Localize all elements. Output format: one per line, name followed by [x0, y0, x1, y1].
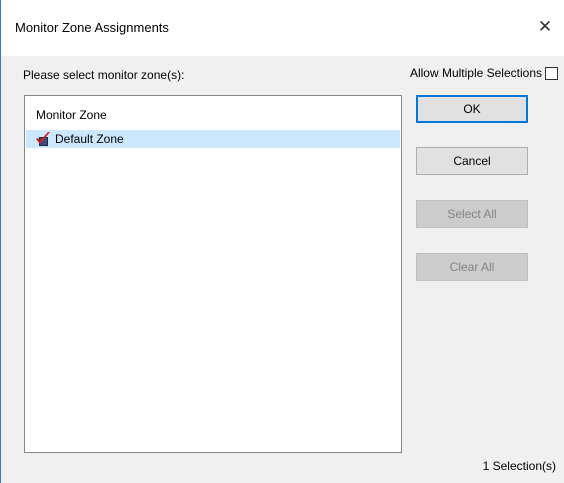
- list-item[interactable]: Default Zone: [26, 130, 400, 148]
- allow-multiple-checkbox[interactable]: [545, 66, 558, 80]
- title-bar: Monitor Zone Assignments ✕: [1, 0, 564, 56]
- cancel-button[interactable]: Cancel: [416, 147, 528, 175]
- list-item-label: Default Zone: [55, 132, 124, 146]
- allow-multiple-option[interactable]: Allow Multiple Selections: [410, 64, 558, 82]
- select-all-button[interactable]: Select All: [416, 200, 528, 228]
- close-button[interactable]: ✕: [532, 14, 558, 40]
- zone-check-icon: [36, 132, 50, 146]
- ok-button[interactable]: OK: [416, 95, 528, 123]
- list-column-header: Monitor Zone: [36, 108, 107, 122]
- dialog-window: Monitor Zone Assignments ✕ Please select…: [0, 0, 564, 483]
- monitor-zone-list[interactable]: Monitor Zone Default Zone: [24, 95, 402, 453]
- allow-multiple-label: Allow Multiple Selections: [409, 66, 542, 80]
- select-prompt-label: Please select monitor zone(s):: [23, 68, 185, 82]
- selection-count-status: 1 Selection(s): [482, 459, 556, 473]
- clear-all-button[interactable]: Clear All: [416, 253, 528, 281]
- dialog-title: Monitor Zone Assignments: [15, 20, 169, 35]
